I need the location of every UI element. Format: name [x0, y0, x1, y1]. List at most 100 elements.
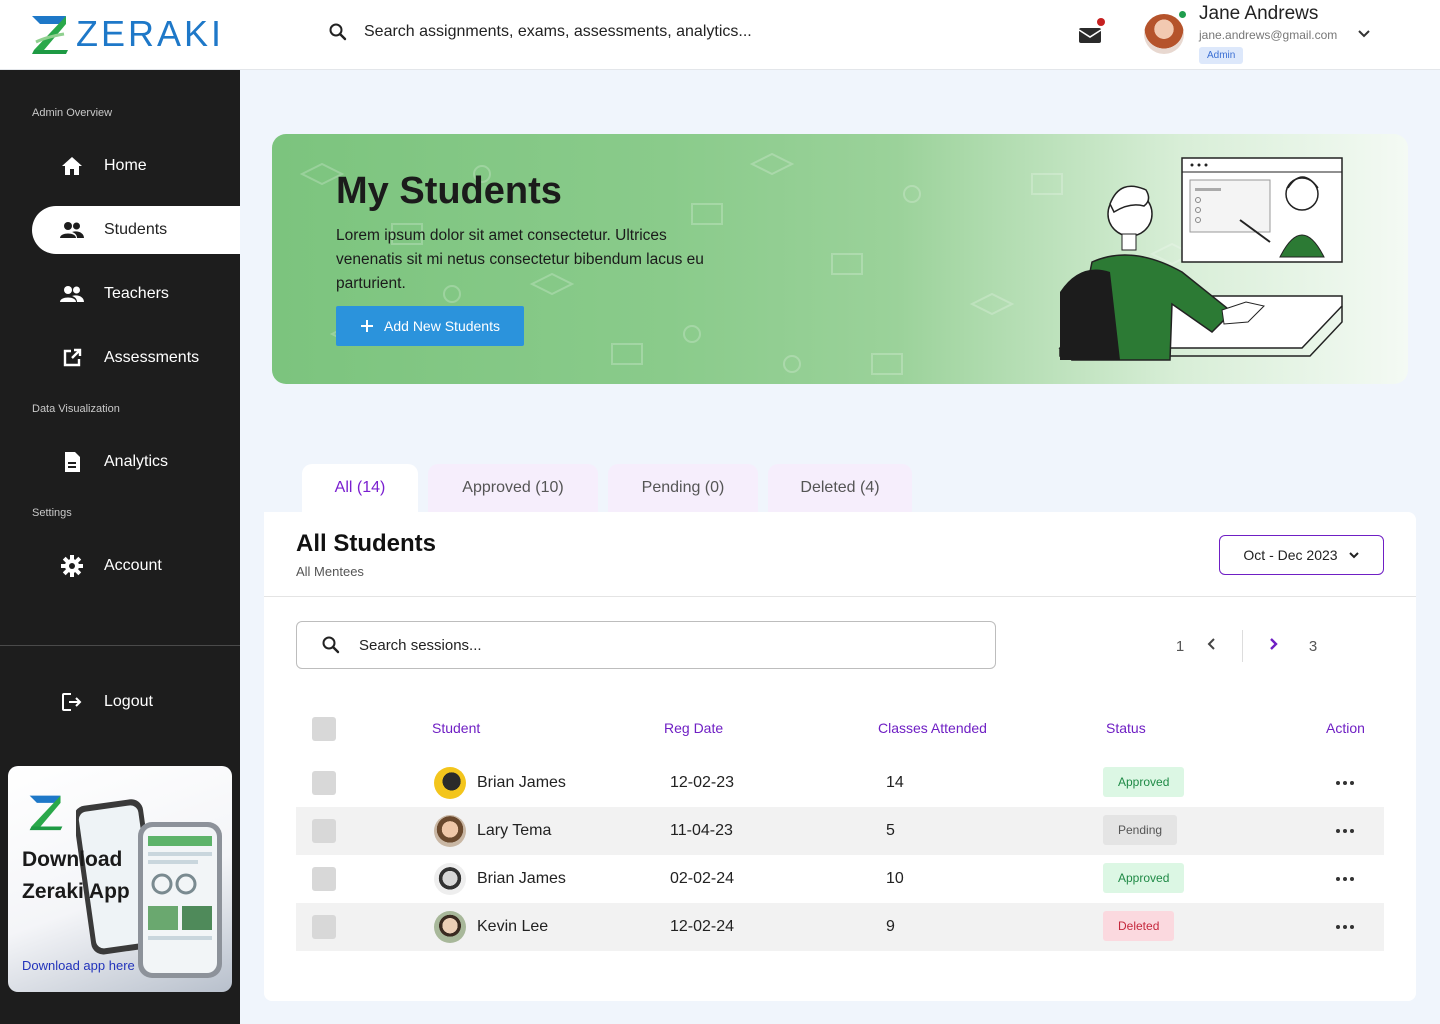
external-link-icon — [60, 346, 84, 370]
date-range-value: Oct - Dec 2023 — [1243, 547, 1338, 563]
student-name: Brian James — [477, 774, 566, 791]
logout-icon — [60, 690, 84, 714]
chevron-down-icon[interactable] — [1356, 26, 1372, 42]
classes-attended: 5 — [886, 822, 895, 839]
add-new-students-label: Add New Students — [384, 318, 500, 334]
users-icon — [60, 282, 84, 306]
page-number-first[interactable]: 1 — [1164, 638, 1196, 655]
previous-page-button[interactable] — [1196, 637, 1228, 655]
avatar — [434, 767, 466, 799]
table-row[interactable]: Brian James 02-02-24 10 Approved — [296, 855, 1384, 903]
status-badge: Deleted — [1103, 911, 1175, 941]
column-header-student[interactable]: Student — [432, 720, 480, 736]
more-actions-icon[interactable] — [1336, 877, 1354, 881]
home-icon — [60, 154, 84, 178]
download-title-line-2: Zeraki App — [22, 880, 130, 903]
notification-dot — [1097, 18, 1105, 26]
user-email: jane.andrews@gmail.com — [1199, 28, 1338, 42]
sidebar-item-label: Assessments — [104, 349, 200, 366]
column-header-reg-date[interactable]: Reg Date — [664, 720, 723, 736]
more-actions-icon[interactable] — [1336, 829, 1354, 833]
sidebar-item-teachers[interactable]: Teachers — [32, 270, 240, 318]
more-actions-icon[interactable] — [1336, 781, 1354, 785]
classes-attended: 9 — [886, 918, 895, 935]
sidebar-item-label: Home — [104, 157, 147, 174]
more-actions-icon[interactable] — [1336, 925, 1354, 929]
tab-all[interactable]: All (14) — [302, 464, 418, 512]
role-badge: Admin — [1199, 47, 1244, 64]
sidebar-item-students[interactable]: Students — [32, 190, 240, 254]
table-row[interactable]: Kevin Lee 12-02-24 9 Deleted — [296, 903, 1384, 951]
sidebar: Admin Overview Home Students Teachers As… — [0, 70, 240, 1024]
pagination: 1 3 — [1164, 630, 1329, 662]
section-label-settings: Settings — [32, 507, 72, 519]
tab-deleted[interactable]: Deleted (4) — [768, 464, 912, 512]
reg-date: 11-04-23 — [670, 822, 733, 839]
mail-icon[interactable] — [1078, 24, 1102, 46]
zeraki-logo[interactable]: ZERAKI — [30, 12, 224, 56]
sidebar-item-label: Analytics — [104, 453, 169, 470]
session-search-input[interactable]: Search sessions... — [359, 637, 482, 654]
session-search-field[interactable]: Search sessions... — [296, 621, 996, 669]
table-row[interactable]: Brian James 12-02-23 14 Approved — [296, 759, 1384, 807]
column-header-classes[interactable]: Classes Attended — [878, 720, 987, 736]
sidebar-item-label: Students — [104, 221, 168, 238]
row-checkbox[interactable] — [312, 771, 336, 795]
card-subtitle: All Mentees — [296, 564, 364, 579]
section-label-overview: Admin Overview — [32, 107, 113, 119]
sidebar-item-home[interactable]: Home — [32, 142, 240, 190]
select-all-checkbox[interactable] — [312, 717, 336, 741]
column-header-status[interactable]: Status — [1106, 720, 1146, 736]
logout-button[interactable]: Logout — [32, 678, 240, 726]
student-name: Brian James — [477, 870, 566, 887]
sidebar-item-label: Account — [104, 557, 162, 574]
tab-approved[interactable]: Approved (10) — [428, 464, 598, 512]
download-app-card[interactable]: Download Zeraki App Download app here — [8, 766, 232, 992]
user-name: Jane Andrews — [1199, 3, 1319, 24]
avatar — [434, 815, 466, 847]
teacher-illustration — [1058, 157, 1343, 361]
student-name: Lary Tema — [477, 822, 552, 839]
page-title: My Students — [336, 170, 562, 212]
table-row[interactable]: Lary Tema 11-04-23 5 Pending — [296, 807, 1384, 855]
chevron-left-icon — [1207, 638, 1215, 650]
user-avatar[interactable] — [1144, 14, 1184, 54]
chevron-down-icon — [1348, 552, 1359, 559]
row-checkbox[interactable] — [312, 867, 336, 891]
global-search-input[interactable]: Search assignments, exams, assessments, … — [364, 23, 752, 41]
next-page-button[interactable] — [1257, 637, 1289, 655]
avatar — [434, 911, 466, 943]
add-new-students-button[interactable]: Add New Students — [336, 306, 524, 346]
sidebar-item-account[interactable]: Account — [32, 542, 240, 590]
search-icon — [329, 23, 347, 41]
classes-attended: 10 — [886, 870, 904, 887]
status-badge: Approved — [1103, 863, 1185, 893]
gear-icon — [60, 554, 84, 578]
card-title: All Students — [296, 530, 437, 557]
download-app-link[interactable]: Download app here — [22, 958, 135, 973]
row-checkbox[interactable] — [312, 819, 336, 843]
chevron-right-icon — [1270, 638, 1278, 650]
pager-divider — [1242, 630, 1243, 662]
global-search[interactable]: Search assignments, exams, assessments, … — [328, 22, 752, 42]
download-title-line-1: Download — [22, 848, 123, 871]
sidebar-item-analytics[interactable]: Analytics — [32, 438, 240, 486]
brand-name: ZERAKI — [76, 13, 225, 54]
student-name: Kevin Lee — [477, 918, 549, 935]
download-app-title: Download Zeraki App — [22, 844, 130, 908]
search-icon — [322, 636, 340, 654]
sidebar-divider — [0, 645, 240, 646]
sidebar-item-label: Teachers — [104, 285, 169, 302]
card-divider — [264, 596, 1416, 597]
students-table-card: All Students All Mentees Oct - Dec 2023 … — [264, 512, 1416, 1001]
sidebar-item-assessments[interactable]: Assessments — [32, 334, 240, 382]
tab-pending[interactable]: Pending (0) — [608, 464, 758, 512]
users-icon — [60, 218, 84, 242]
logout-label: Logout — [104, 693, 153, 710]
status-badge: Pending — [1103, 815, 1178, 845]
online-status-dot — [1178, 10, 1187, 19]
classes-attended: 14 — [886, 774, 904, 791]
row-checkbox[interactable] — [312, 915, 336, 939]
date-range-select[interactable]: Oct - Dec 2023 — [1219, 535, 1384, 575]
page-number-last[interactable]: 3 — [1297, 638, 1329, 655]
